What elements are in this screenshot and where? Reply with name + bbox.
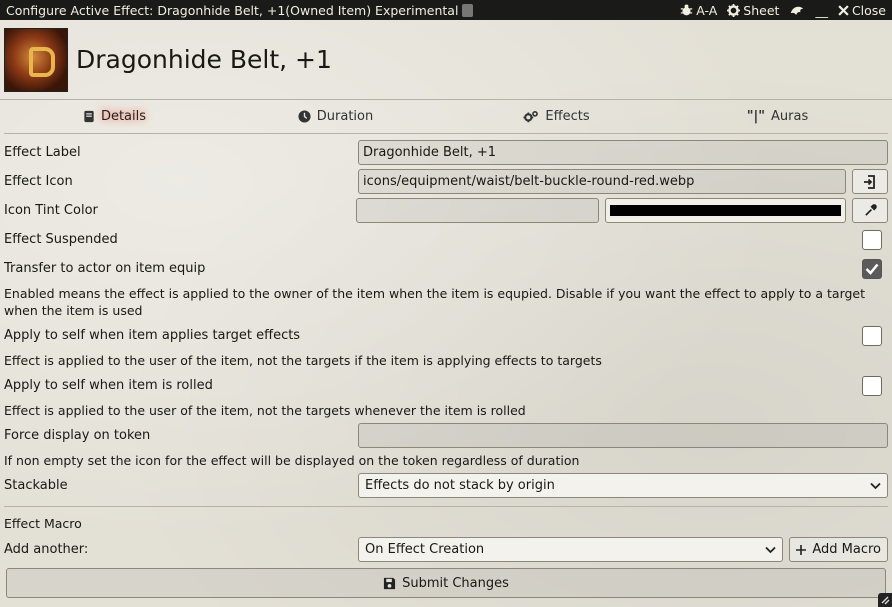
tab-details[interactable]: Details	[4, 109, 225, 124]
suspended-checkbox[interactable]	[862, 229, 882, 250]
window-title: Configure Active Effect: Dragonhide Belt…	[6, 3, 680, 18]
document-id-icon[interactable]	[462, 3, 474, 17]
tab-auras-label: Auras	[771, 109, 809, 124]
clock-icon	[298, 110, 311, 123]
icon-tint-color-swatch[interactable]	[605, 198, 846, 223]
macro-trigger-selected-value: On Effect Creation	[365, 542, 485, 557]
a-a-button[interactable]: A-A	[680, 3, 717, 18]
tab-bar: Details Duration Effects "|" Auras	[4, 100, 888, 134]
close-button[interactable]: Close	[838, 3, 886, 18]
add-macro-label: Add Macro	[812, 542, 881, 557]
window-title-text: Configure Active Effect: Dragonhide Belt…	[6, 2, 459, 18]
eyedropper-icon	[864, 204, 877, 216]
aura-icon: "|"	[746, 109, 766, 124]
force-display-note: If non empty set the icon for the effect…	[4, 453, 580, 468]
effect-image[interactable]	[4, 27, 68, 92]
active-effect-config-window: Configure Active Effect: Dragonhide Belt…	[0, 0, 892, 607]
effect-icon-row: Effect Icon icons/equipment/waist/belt-b…	[4, 167, 888, 196]
file-import-icon	[864, 174, 875, 189]
file-picker-button[interactable]	[852, 169, 888, 194]
effect-label-input[interactable]: Dragonhide Belt, +1	[358, 140, 888, 165]
minimize-button[interactable]: __	[815, 3, 828, 18]
suspended-label: Effect Suspended	[4, 232, 118, 247]
save-icon	[384, 577, 396, 589]
apply-self-rolled-note: Effect is applied to the user of the ite…	[4, 403, 526, 418]
tab-effects-label: Effects	[545, 109, 590, 124]
submit-button[interactable]: Submit Changes	[6, 568, 886, 598]
chevron-down-icon	[765, 546, 776, 553]
close-icon	[838, 4, 849, 16]
sheet-button[interactable]: Sheet	[727, 3, 779, 18]
details-form: Effect Label Dragonhide Belt, +1 Effect …	[0, 134, 892, 598]
gear-icon	[727, 3, 741, 17]
close-label: Close	[851, 2, 886, 18]
window-controls: A-A Sheet __ Close	[680, 3, 886, 18]
tab-duration-label: Duration	[316, 109, 374, 124]
suspended-row: Effect Suspended	[4, 225, 888, 254]
icon-tint-label: Icon Tint Color	[4, 203, 98, 218]
a-a-label: A-A	[696, 2, 718, 18]
effect-icon-input[interactable]: icons/equipment/waist/belt-buckle-round-…	[358, 169, 846, 194]
minimize-label: __	[815, 2, 828, 18]
check-icon	[865, 263, 879, 275]
apply-self-rolled-checkbox[interactable]	[862, 375, 882, 396]
resize-icon	[881, 596, 890, 605]
stackable-row: Stackable Effects do not stack by origin	[4, 471, 888, 500]
chevron-down-icon	[870, 482, 881, 489]
window-titlebar[interactable]: Configure Active Effect: Dragonhide Belt…	[0, 0, 892, 20]
force-display-input[interactable]	[358, 423, 888, 448]
sheet-label: Sheet	[743, 2, 780, 18]
apply-self-target-label: Apply to self when item applies target e…	[4, 328, 301, 343]
effect-name: Dragonhide Belt, +1	[76, 45, 332, 74]
transfer-label: Transfer to actor on item equip	[4, 261, 206, 276]
effect-label-row: Effect Label Dragonhide Belt, +1	[4, 138, 888, 167]
icon-tint-input[interactable]	[356, 198, 599, 223]
resize-handle[interactable]	[878, 593, 892, 607]
transfer-checkbox[interactable]	[862, 258, 882, 279]
transfer-row: Transfer to actor on item equip	[4, 254, 888, 283]
apply-self-target-checkbox[interactable]	[862, 325, 882, 346]
apply-self-target-row: Apply to self when item applies target e…	[4, 321, 888, 350]
add-macro-row: Add another: On Effect Creation Add Macr…	[4, 536, 888, 563]
book-icon	[84, 110, 94, 123]
section-divider	[4, 506, 888, 507]
macro-trigger-select[interactable]: On Effect Creation	[358, 537, 784, 562]
dragon-icon	[791, 6, 804, 15]
cogs-icon	[523, 110, 539, 123]
tab-details-label: Details	[100, 109, 147, 124]
force-display-label: Force display on token	[4, 428, 151, 443]
module-button[interactable]	[789, 4, 805, 17]
apply-self-rolled-label: Apply to self when item is rolled	[4, 378, 213, 393]
color-swatch-fill	[610, 205, 841, 216]
stackable-label: Stackable	[4, 478, 68, 493]
effect-header: Dragonhide Belt, +1	[0, 20, 892, 100]
tab-effects[interactable]: Effects	[446, 109, 667, 124]
add-macro-button[interactable]: Add Macro	[789, 537, 888, 562]
force-display-row: Force display on token	[4, 421, 888, 450]
icon-tint-row: Icon Tint Color	[4, 196, 888, 225]
tab-auras[interactable]: "|" Auras	[667, 109, 888, 124]
stackable-selected-value: Effects do not stack by origin	[365, 478, 555, 493]
tab-duration[interactable]: Duration	[225, 109, 446, 124]
effect-label-label: Effect Label	[4, 145, 81, 160]
bug-icon	[681, 3, 693, 15]
apply-self-rolled-row: Apply to self when item is rolled	[4, 371, 888, 400]
stackable-select[interactable]: Effects do not stack by origin	[358, 473, 888, 498]
apply-self-target-note: Effect is applied to the user of the ite…	[4, 353, 602, 368]
effect-icon-label: Effect Icon	[4, 174, 73, 189]
eyedropper-button[interactable]	[852, 198, 888, 223]
transfer-note: Enabled means the effect is applied to t…	[4, 286, 866, 318]
plus-icon	[796, 544, 807, 555]
effect-macro-heading: Effect Macro	[4, 516, 82, 531]
submit-label: Submit Changes	[402, 575, 509, 591]
add-another-label: Add another:	[4, 542, 89, 557]
